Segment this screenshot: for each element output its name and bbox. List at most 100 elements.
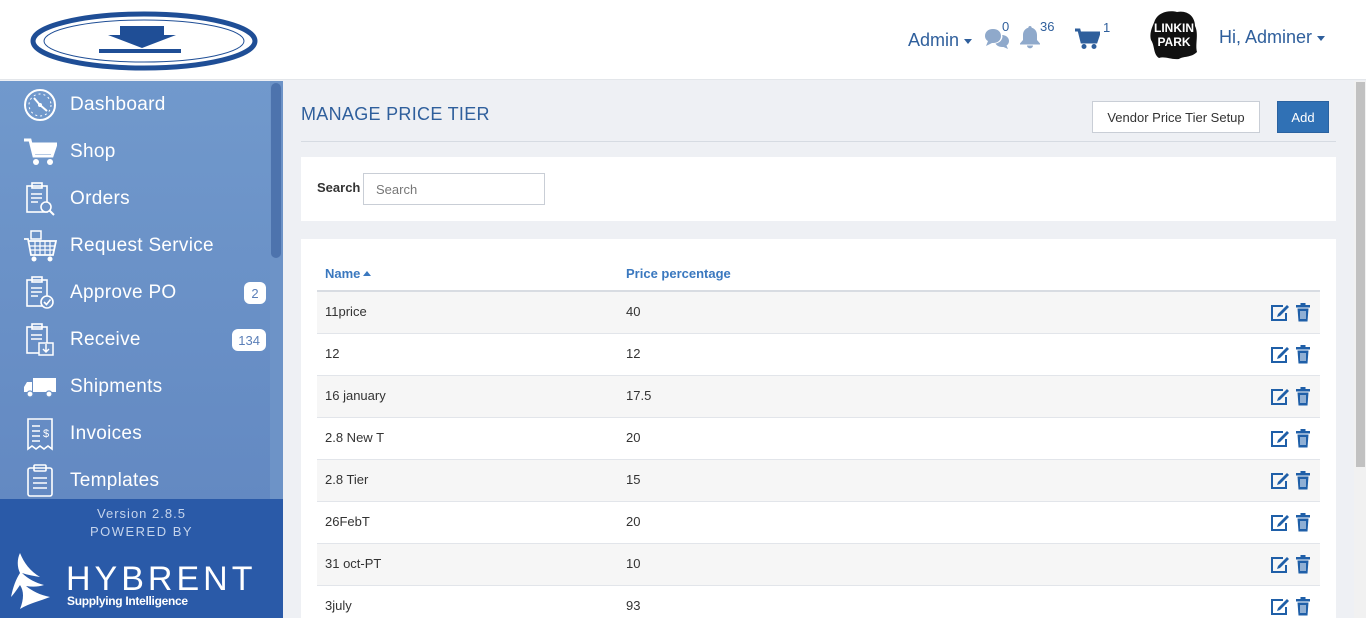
- sidebar-item-receive[interactable]: Receive 134: [0, 316, 270, 363]
- sidebar-item-approve-po[interactable]: Approve PO 2: [0, 269, 270, 316]
- sidebar-item-label: Templates: [70, 469, 160, 491]
- clipboard-check-icon: [22, 275, 58, 311]
- sidebar-item-request-service[interactable]: Request Service: [0, 222, 270, 269]
- edit-icon[interactable]: [1270, 304, 1290, 322]
- hybrent-bird-logo-icon: [11, 553, 50, 609]
- delete-trash-icon[interactable]: [1295, 555, 1311, 574]
- building-cart-icon: [22, 228, 58, 264]
- sidebar-item-label: Invoices: [70, 422, 143, 444]
- sort-ascending-icon: [363, 271, 372, 277]
- table-row: 2.8 New T 20: [317, 418, 1320, 460]
- page-scrollbar-thumb[interactable]: [1356, 82, 1365, 467]
- cell-price-percentage: 20: [626, 430, 641, 445]
- table-row: 31 oct-PT 10: [317, 544, 1320, 586]
- cell-price-percentage: 12: [626, 346, 641, 361]
- delete-trash-icon[interactable]: [1295, 303, 1311, 322]
- column-header-price-percentage[interactable]: Price percentage: [626, 266, 731, 281]
- sidebar-item-label: Request Service: [70, 234, 214, 256]
- cart-count: 1: [1103, 20, 1111, 35]
- receive-badge: 134: [232, 329, 266, 351]
- price-tier-table: Name Price percentage 11price 40 12 12 16 ja…: [301, 239, 1336, 618]
- avatar-text-line1: LINKIN: [1154, 21, 1194, 35]
- table-row: 11price 40: [317, 292, 1320, 334]
- edit-icon[interactable]: [1270, 514, 1290, 532]
- table-row: 3july 93: [317, 586, 1320, 618]
- top-header: Admin 0 36 1 LINKIN PARK Hi, Adminer: [0, 0, 1366, 80]
- admin-menu-label: Admin: [908, 30, 960, 50]
- sidebar-item-shop[interactable]: Shop: [0, 128, 270, 175]
- cell-price-percentage: 17.5: [626, 388, 652, 403]
- delete-trash-icon[interactable]: [1295, 597, 1311, 616]
- edit-icon[interactable]: [1270, 388, 1290, 406]
- cell-name: 2.8 Tier: [325, 472, 369, 487]
- sidebar-footer: Version 2.8.5 POWERED BY HYBRENT Supplyi…: [0, 499, 283, 618]
- edit-icon[interactable]: [1270, 346, 1290, 364]
- delete-trash-icon[interactable]: [1295, 387, 1311, 406]
- delete-trash-icon[interactable]: [1295, 345, 1311, 364]
- cart-icon[interactable]: [1074, 28, 1100, 50]
- admin-caret-icon: [964, 38, 973, 44]
- cell-price-percentage: 20: [626, 514, 641, 529]
- edit-icon[interactable]: [1270, 430, 1290, 448]
- company-logo[interactable]: [30, 11, 258, 71]
- avatar-text-line2: PARK: [1157, 35, 1190, 49]
- sidebar: Dashboard Shop Orders Request Service Ap…: [0, 81, 283, 618]
- delete-trash-icon[interactable]: [1295, 471, 1311, 490]
- table-row: 16 january 17.5: [317, 376, 1320, 418]
- delete-trash-icon[interactable]: [1295, 513, 1311, 532]
- notifications-count: 36: [1040, 19, 1055, 34]
- table-row: 26FebT 20: [317, 502, 1320, 544]
- sidebar-item-label: Shipments: [70, 375, 163, 397]
- edit-icon[interactable]: [1270, 556, 1290, 574]
- user-caret-icon: [1317, 35, 1326, 41]
- user-avatar[interactable]: LINKIN PARK: [1149, 10, 1199, 60]
- approve-po-badge: 2: [244, 282, 266, 304]
- truck-icon: [22, 369, 58, 405]
- clipboard-icon: [22, 463, 58, 499]
- sidebar-item-dashboard[interactable]: Dashboard: [0, 81, 270, 128]
- sidebar-item-label: Shop: [70, 140, 116, 162]
- title-divider: [301, 141, 1336, 142]
- hybrent-tagline: Supplying Intelligence: [67, 594, 188, 608]
- cell-price-percentage: 15: [626, 472, 641, 487]
- cart-icon: [22, 134, 58, 170]
- cell-price-percentage: 10: [626, 556, 641, 571]
- app-version: Version 2.8.5: [97, 506, 186, 521]
- powered-by-label: POWERED BY: [89, 524, 194, 539]
- vendor-price-tier-setup-button[interactable]: Vendor Price Tier Setup: [1092, 101, 1260, 133]
- messages-count: 0: [1002, 19, 1010, 34]
- user-greeting: Hi, Adminer: [1219, 27, 1313, 47]
- notifications-bell-icon[interactable]: [1019, 25, 1041, 49]
- sidebar-item-shipments[interactable]: Shipments: [0, 363, 270, 410]
- cell-price-percentage: 40: [626, 304, 641, 319]
- cell-name: 12: [325, 346, 340, 361]
- search-input[interactable]: [363, 173, 545, 205]
- search-label: Search: [317, 180, 361, 195]
- sidebar-scrollbar-thumb[interactable]: [271, 83, 281, 258]
- column-header-name[interactable]: Name: [325, 266, 372, 281]
- cell-name: 26FebT: [325, 514, 370, 529]
- sidebar-item-orders[interactable]: Orders: [0, 175, 270, 222]
- cell-name: 16 january: [325, 388, 386, 403]
- admin-menu[interactable]: Admin: [908, 30, 973, 51]
- sidebar-item-label: Dashboard: [70, 93, 166, 115]
- edit-icon[interactable]: [1270, 472, 1290, 490]
- clipboard-search-icon: [22, 181, 58, 217]
- sidebar-item-templates[interactable]: Templates: [0, 457, 270, 504]
- sidebar-nav: Dashboard Shop Orders Request Service Ap…: [0, 81, 270, 499]
- column-header-name-label: Name: [325, 266, 361, 281]
- invoice-icon: $: [22, 416, 58, 452]
- sidebar-item-invoices[interactable]: $ Invoices: [0, 410, 270, 457]
- cell-price-percentage: 93: [626, 598, 641, 613]
- cell-name: 2.8 New T: [325, 430, 385, 445]
- search-panel: Search: [301, 157, 1336, 221]
- table-row: 2.8 Tier 15: [317, 460, 1320, 502]
- table-row: 12 12: [317, 334, 1320, 376]
- add-button[interactable]: Add: [1277, 101, 1329, 133]
- user-menu[interactable]: Hi, Adminer: [1219, 27, 1326, 48]
- delete-trash-icon[interactable]: [1295, 429, 1311, 448]
- clipboard-download-icon: [22, 322, 58, 358]
- page-title: MANAGE PRICE TIER: [301, 104, 490, 124]
- cell-name: 31 oct-PT: [325, 556, 382, 571]
- edit-icon[interactable]: [1270, 598, 1290, 616]
